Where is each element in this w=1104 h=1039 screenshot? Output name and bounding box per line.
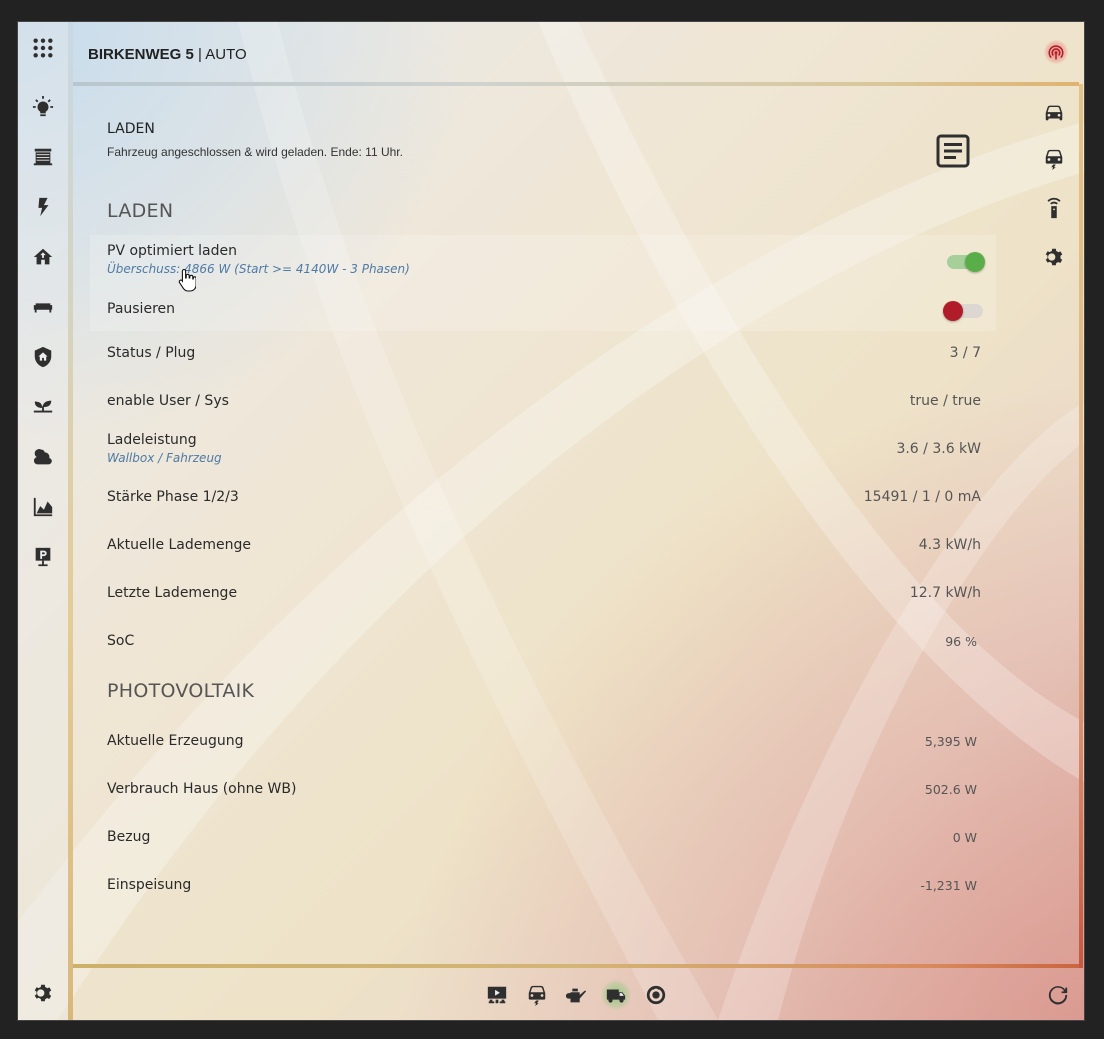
page-title: BIRKENWEG 5 | AUTO (88, 46, 247, 63)
row-value: -1,231 W (920, 878, 977, 893)
card-subtitle: Fahrzeug angeschlossen & wird geladen. E… (107, 145, 403, 159)
watering-can-icon[interactable] (561, 980, 591, 1010)
row-bezug: Bezug 0 W (90, 818, 996, 864)
remote-icon[interactable] (1040, 194, 1068, 222)
row-label: Aktuelle Erzeugung (107, 733, 244, 749)
row-value: 15491 / 1 / 0 mA (863, 489, 981, 505)
toggle-knob (943, 301, 963, 321)
projector-icon[interactable] (482, 980, 512, 1010)
section-heading-laden: LADEN (107, 200, 174, 222)
title-section: AUTO (205, 46, 247, 63)
row-aktuelle-erzeugung: Aktuelle Erzeugung 5,395 W (90, 722, 996, 768)
document-icon[interactable] (934, 132, 972, 170)
row-sublabel: Überschuss: 4866 W (Start >= 4140W - 3 P… (107, 262, 410, 276)
row-label: PV optimiert laden (107, 243, 237, 259)
hand-cursor-icon (178, 268, 196, 292)
row-enable-user-sys: enable User / Sys true / true (90, 382, 996, 428)
row-label: Pausieren (107, 301, 175, 317)
row-soc: SoC 96 % (90, 622, 996, 668)
title-separator: | (193, 46, 206, 63)
car-icon[interactable] (1040, 99, 1068, 127)
row-value: 0 W (952, 830, 977, 845)
row-value: true / true (909, 393, 981, 409)
blinds-icon[interactable] (28, 142, 58, 172)
row-ladeleistung: Ladeleistung Wallbox / Fahrzeug 3.6 / 3.… (90, 430, 996, 476)
row-value: 3 / 7 (949, 345, 981, 361)
right-accent-bar (1079, 84, 1083, 968)
row-einspeisung: Einspeisung -1,231 W (90, 866, 996, 912)
row-label: enable User / Sys (107, 393, 229, 409)
row-label: Aktuelle Lademenge (107, 537, 252, 553)
gear-icon[interactable] (28, 978, 58, 1008)
header-divider (73, 82, 1079, 86)
row-sublabel: Wallbox / Fahrzeug (107, 451, 222, 465)
pv-optimiert-toggle[interactable] (947, 252, 985, 272)
row-pv-optimiert[interactable]: PV optimiert laden Überschuss: 4866 W (S… (90, 235, 996, 291)
footer-divider (73, 964, 1079, 968)
apps-grid-icon[interactable] (28, 33, 58, 63)
row-staerke-phase: Stärke Phase 1/2/3 15491 / 1 / 0 mA (90, 478, 996, 524)
row-status-plug: Status / Plug 3 / 7 (90, 334, 996, 380)
lightbulb-icon[interactable] (28, 92, 58, 122)
row-value: 502.6 W (924, 782, 977, 797)
row-label: Bezug (107, 829, 151, 845)
row-value: 96 % (945, 634, 977, 649)
sidebar (18, 22, 73, 1020)
row-letzte-lademenge: Letzte Lademenge 12.7 kW/h (90, 574, 996, 620)
row-label: Letzte Lademenge (107, 585, 238, 601)
row-label: Verbrauch Haus (ohne WB) (107, 781, 297, 797)
home-up-icon[interactable] (28, 242, 58, 272)
weather-cloudy-icon[interactable] (28, 442, 58, 472)
connection-status-icon[interactable] (1044, 40, 1068, 64)
row-label: Status / Plug (107, 345, 196, 361)
row-pausieren[interactable]: Pausieren (90, 291, 996, 331)
row-value: 12.7 kW/h (909, 585, 981, 601)
title-location: BIRKENWEG 5 (88, 46, 194, 63)
gear-icon[interactable] (1040, 243, 1068, 271)
header: BIRKENWEG 5 | AUTO (73, 22, 1084, 86)
row-label: Stärke Phase 1/2/3 (107, 489, 239, 505)
row-value: 4.3 kW/h (918, 537, 981, 553)
row-label: Ladeleistung (107, 432, 197, 448)
section-heading-photovoltaik: PHOTOVOLTAIK (107, 680, 255, 702)
row-label: Einspeisung (107, 877, 192, 893)
robot-vacuum-icon[interactable] (641, 980, 671, 1010)
pausieren-toggle[interactable] (943, 301, 983, 321)
car-electric-icon[interactable] (1040, 145, 1068, 173)
toggle-knob (965, 252, 985, 272)
shield-home-icon[interactable] (28, 342, 58, 372)
app-window: BIRKENWEG 5 | AUTO LADEN Fahrzeug angesc… (18, 22, 1084, 1020)
chart-area-icon[interactable] (28, 492, 58, 522)
sofa-icon[interactable] (28, 292, 58, 322)
row-label: SoC (107, 633, 135, 649)
van-icon[interactable] (601, 980, 631, 1010)
row-aktuelle-lademenge: Aktuelle Lademenge 4.3 kW/h (90, 526, 996, 572)
flash-icon[interactable] (28, 192, 58, 222)
parking-icon[interactable] (28, 542, 58, 572)
card-title: LADEN (107, 121, 155, 137)
refresh-icon[interactable] (1043, 980, 1073, 1010)
row-verbrauch-haus: Verbrauch Haus (ohne WB) 502.6 W (90, 770, 996, 816)
car-electric-icon[interactable] (522, 980, 552, 1010)
row-value: 3.6 / 3.6 kW (896, 441, 981, 457)
sprout-icon[interactable] (28, 392, 58, 422)
row-value: 5,395 W (924, 734, 977, 749)
sidebar-accent-bar (68, 22, 73, 1020)
